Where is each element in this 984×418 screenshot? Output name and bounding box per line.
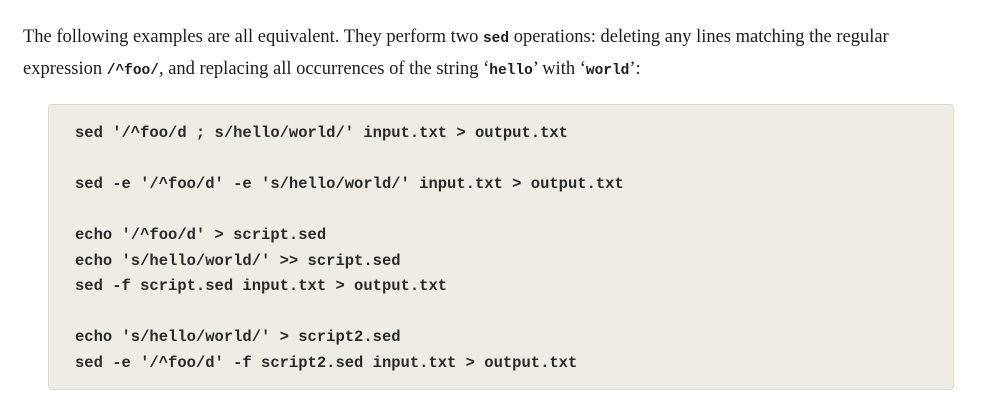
intro-text-4: ’ with ‘ xyxy=(532,59,586,79)
intro-paragraph: The following examples are all equivalen… xyxy=(23,22,963,86)
code-line: sed '/^foo/d ; s/hello/world/' input.txt… xyxy=(75,124,568,142)
code-example-block: sed '/^foo/d ; s/hello/world/' input.txt… xyxy=(48,104,954,390)
document-page: The following examples are all equivalen… xyxy=(0,0,984,418)
code-line: sed -e '/^foo/d' -e 's/hello/world/' inp… xyxy=(75,175,624,193)
code-line: echo 's/hello/world/' > script2.sed xyxy=(75,328,401,346)
inline-code-regex: /^foo/ xyxy=(106,63,159,79)
intro-text-5: ’: xyxy=(629,59,641,79)
code-listing: sed '/^foo/d ; s/hello/world/' input.txt… xyxy=(75,121,624,376)
code-line: sed -f script.sed input.txt > output.txt xyxy=(75,277,448,295)
intro-text-3: , and replacing all occurrences of the s… xyxy=(158,59,490,79)
code-line: echo '/^foo/d' > script.sed xyxy=(75,226,327,244)
inline-code-world: world xyxy=(585,63,630,79)
code-line: sed -e '/^foo/d' -f script2.sed input.tx… xyxy=(75,353,578,372)
inline-code-sed: sed xyxy=(482,31,510,47)
inline-code-hello: hello xyxy=(489,63,533,79)
code-line: echo 's/hello/world/' >> script.sed xyxy=(75,251,401,270)
intro-text-1: The following examples are all equivalen… xyxy=(23,27,483,47)
